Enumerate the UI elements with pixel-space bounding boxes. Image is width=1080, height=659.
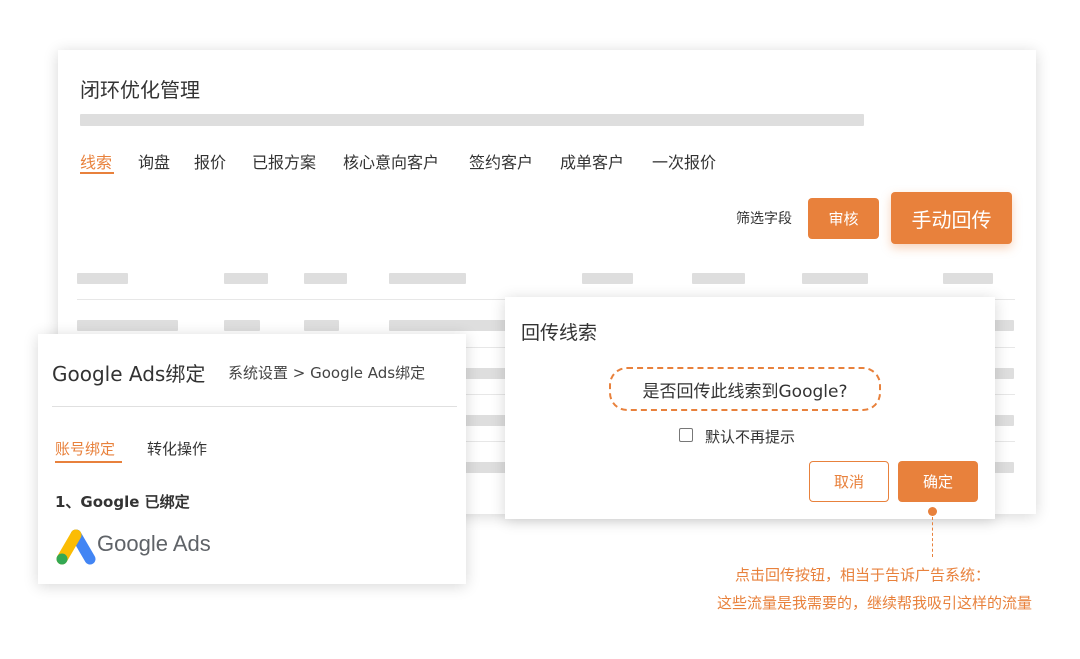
cancel-button[interactable]: 取消 [809, 461, 889, 502]
table-row [77, 320, 178, 331]
page-title: 闭环优化管理 [80, 78, 200, 102]
confirm-button[interactable]: 确定 [898, 461, 978, 502]
tab-leads[interactable]: 线索 [80, 149, 112, 173]
table-header-cell [802, 273, 868, 284]
annotation-dot [928, 507, 937, 516]
tab-active-underline [55, 461, 122, 463]
table-row [994, 320, 1014, 331]
table-header-cell [692, 273, 745, 284]
table-row [994, 462, 1014, 473]
table-header-cell [943, 273, 993, 284]
annotation-text-line2: 这些流量是我需要的，继续帮我吸引这样的流量 [716, 594, 1032, 612]
table-header-cell [224, 273, 268, 284]
placeholder-bar [80, 114, 864, 126]
tab-active-underline [80, 172, 114, 174]
tab-quote[interactable]: 报价 [194, 149, 226, 173]
google-ads-logo-text: Google Ads [97, 531, 211, 556]
checkbox-label[interactable]: 默认不再提示 [705, 426, 795, 447]
dialog-title: 回传线索 [521, 322, 598, 344]
upload-lead-dialog: 回传线索 是否回传此线索到Google? 默认不再提示 取消 确定 [505, 297, 995, 519]
table-row [994, 368, 1014, 379]
annotation-text-line1: 点击回传按钮，相当于告诉广告系统： [734, 566, 990, 584]
dont-show-again-checkbox[interactable] [679, 428, 693, 442]
table-header-cell [389, 273, 466, 284]
panel-title: Google Ads绑定 [52, 362, 206, 386]
filter-field-label[interactable]: 筛选字段 [736, 208, 792, 228]
tab-first-quote[interactable]: 一次报价 [652, 149, 716, 173]
annotation-connector [932, 517, 933, 557]
table-header-cell [304, 273, 347, 284]
manual-upload-button[interactable]: 手动回传 [891, 192, 1012, 244]
google-ads-icon [56, 529, 96, 565]
google-ads-logo: Google Ads [55, 526, 265, 566]
tab-deal[interactable]: 成单客户 [560, 149, 624, 173]
tab-inquiry[interactable]: 询盘 [138, 149, 170, 173]
breadcrumb[interactable]: 系统设置 > Google Ads绑定 [228, 362, 425, 383]
table-header-cell [77, 273, 128, 284]
review-button[interactable]: 审核 [808, 198, 879, 239]
tab-conversion-action[interactable]: 转化操作 [147, 438, 207, 459]
tab-quoted-plan[interactable]: 已报方案 [252, 149, 316, 173]
table-row [994, 415, 1014, 426]
header-divider [52, 406, 457, 407]
dialog-question: 是否回传此线索到Google? [609, 367, 881, 411]
tab-account-binding[interactable]: 账号绑定 [55, 438, 115, 459]
table-row [224, 320, 260, 331]
table-row [304, 320, 339, 331]
binding-status: 1、Google 已绑定 [55, 493, 190, 511]
tab-core-intent[interactable]: 核心意向客户 [343, 149, 439, 173]
tab-signed[interactable]: 签约客户 [469, 149, 533, 173]
google-ads-binding-panel: Google Ads绑定 系统设置 > Google Ads绑定 账号绑定 转化… [38, 334, 466, 584]
table-header-cell [582, 273, 633, 284]
